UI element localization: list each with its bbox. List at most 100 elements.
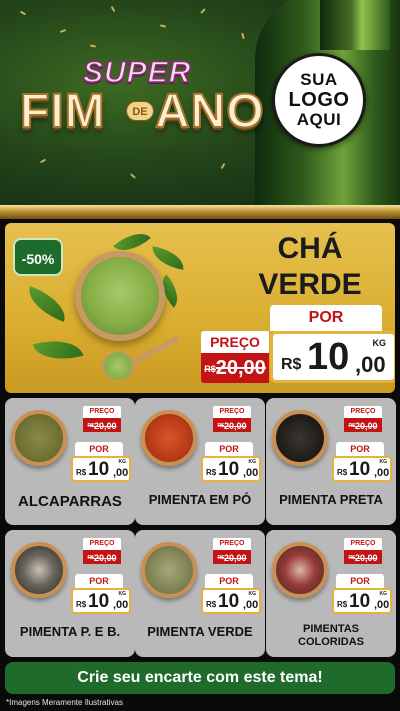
green-tea-spoon-image: [101, 351, 135, 381]
pimenta-p-e-b-image: [11, 542, 67, 598]
pimenta-em-po-image: [141, 410, 197, 466]
product-name: PIMENTA P. E B.: [19, 624, 121, 639]
product-card-pimenta-verde[interactable]: PREÇO R$20,00 POR R$ 10 ,00 KG PIMENTA V…: [135, 530, 265, 657]
product-card-pimenta-em-po[interactable]: PREÇO R$20,00 POR R$ 10 ,00 KG PIMENTA E…: [135, 398, 265, 525]
bottle-neck: [320, 0, 390, 50]
old-price: R$20,00: [213, 418, 251, 432]
new-price: R$ 10 ,00 KG: [201, 456, 261, 482]
new-price-dec: ,00: [374, 599, 390, 611]
new-price-int: 10: [88, 591, 110, 612]
por-label: POR: [336, 442, 384, 456]
alcaparras-image: [11, 410, 67, 466]
green-tea-bowl-image: [75, 251, 165, 341]
new-currency: R$: [76, 600, 87, 609]
new-price-int: 10: [349, 591, 371, 612]
old-price: R$20,00: [83, 550, 121, 564]
por-label: POR: [205, 442, 253, 456]
price-label: PREÇO: [344, 406, 382, 418]
product-card-pimenta-preta[interactable]: PREÇO R$20,00 POR R$ 10 ,00 KG PIMENTA P…: [266, 398, 396, 525]
featured-new-price-int: 10: [307, 336, 350, 378]
unit: KG: [248, 459, 257, 465]
featured-product-name: CHÁ VERDE: [235, 231, 385, 303]
new-price: R$ 10 ,00 KG: [71, 456, 131, 482]
new-currency: R$: [76, 468, 87, 477]
price-label: PREÇO: [83, 406, 121, 418]
pimentas-coloridas-image: [272, 542, 328, 598]
old-value: 20,00: [93, 421, 117, 431]
new-price-dec: ,00: [113, 467, 129, 479]
new-price-int: 10: [218, 591, 240, 612]
featured-name-line-2: VERDE: [258, 268, 362, 301]
product-name: PIMENTA PRETA: [279, 492, 383, 507]
featured-old-currency: R$: [204, 364, 216, 374]
spoon-handle: [132, 335, 180, 365]
old-price: R$20,00: [83, 418, 121, 432]
new-currency: R$: [206, 600, 217, 609]
product-name-line-1: PIMENTAS: [302, 623, 360, 635]
new-price-int: 10: [88, 459, 110, 480]
old-price: R$20,00: [344, 550, 382, 564]
logo-line-2: LOGO: [288, 89, 350, 111]
new-price: R$ 10 ,00 KG: [332, 588, 392, 614]
product-name-line-2: COLORIDAS: [298, 636, 364, 648]
discount-badge: -50%: [13, 238, 63, 276]
header-banner: SUPER FIM DE ANO SUA LOGO AQUI: [0, 0, 400, 205]
title-ano: ANO: [154, 84, 265, 139]
unit: KG: [118, 459, 127, 465]
featured-new-currency: R$: [281, 356, 302, 373]
product-card-pimenta-p-e-b[interactable]: PREÇO R$20,00 POR R$ 10 ,00 KG PIMENTA P…: [5, 530, 135, 657]
gold-divider: [0, 205, 400, 219]
featured-por-label: POR: [270, 305, 382, 331]
old-price: R$20,00: [213, 550, 251, 564]
new-price-int: 10: [349, 459, 371, 480]
product-name: PIMENTA VERDE: [147, 624, 253, 639]
por-label: POR: [336, 574, 384, 588]
old-value: 20,00: [354, 421, 378, 431]
pimenta-preta-image: [272, 410, 328, 466]
featured-new-price: R$ 10 ,00 KG: [270, 331, 395, 383]
disclaimer-text: *Imagens Meramente Ilustrativas: [6, 698, 123, 707]
new-price-int: 10: [218, 459, 240, 480]
product-card-alcaparras[interactable]: PREÇO R$20,00 POR R$ 10 ,00 KG ALCAPARRA…: [5, 398, 135, 525]
product-name: ALCAPARRAS: [18, 493, 122, 510]
new-price: R$ 10 ,00 KG: [201, 588, 261, 614]
unit: KG: [248, 591, 257, 597]
new-currency: R$: [337, 468, 348, 477]
price-label: PREÇO: [344, 538, 382, 550]
por-label: POR: [205, 574, 253, 588]
logo-line-1: SUA: [300, 70, 338, 89]
new-price-dec: ,00: [243, 467, 259, 479]
featured-name-line-1: CHÁ: [277, 232, 343, 265]
featured-unit: KG: [372, 338, 387, 348]
product-name: PIMENTA EM PÓ: [148, 492, 252, 507]
por-label: POR: [75, 574, 123, 588]
old-price: R$20,00: [344, 418, 382, 432]
unit: KG: [379, 591, 388, 597]
featured-old-value: 20,00: [215, 357, 266, 379]
pimenta-verde-image: [141, 542, 197, 598]
title-de: DE: [126, 101, 154, 121]
featured-old-price: R$20,00: [201, 353, 269, 383]
new-price: R$ 10 ,00 KG: [71, 588, 131, 614]
por-label: POR: [75, 442, 123, 456]
featured-new-price-dec: ,00: [355, 352, 386, 377]
new-currency: R$: [337, 600, 348, 609]
super-fim-de-ano-title: SUPER FIM DE ANO: [10, 55, 265, 146]
price-label: PREÇO: [213, 538, 251, 550]
logo-placeholder: SUA LOGO AQUI: [272, 53, 366, 147]
unit: KG: [118, 591, 127, 597]
featured-price-label: PREÇO: [201, 331, 269, 353]
unit: KG: [379, 459, 388, 465]
product-card-pimentas-coloridas[interactable]: PREÇO R$20,00 POR R$ 10 ,00 KG PIMENTAS …: [266, 530, 396, 657]
new-price-dec: ,00: [113, 599, 129, 611]
price-label: PREÇO: [213, 406, 251, 418]
new-price-dec: ,00: [243, 599, 259, 611]
new-price-dec: ,00: [374, 467, 390, 479]
logo-line-3: AQUI: [296, 110, 342, 129]
old-value: 20,00: [223, 553, 247, 563]
old-value: 20,00: [223, 421, 247, 431]
new-currency: R$: [206, 468, 217, 477]
cta-banner[interactable]: Crie seu encarte com este tema!: [5, 662, 395, 694]
new-price: R$ 10 ,00 KG: [332, 456, 392, 482]
featured-product-card[interactable]: -50% CHÁ VERDE PREÇO R$20,00 POR R$ 10 ,…: [5, 223, 395, 393]
